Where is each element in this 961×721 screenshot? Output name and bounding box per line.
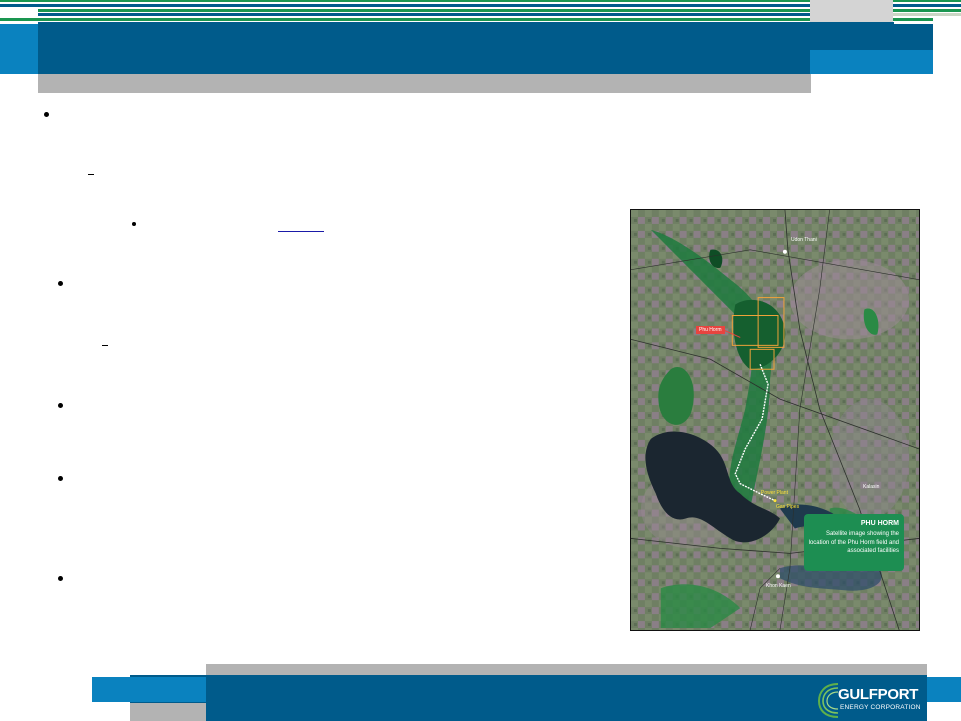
bullet-3 xyxy=(58,403,63,408)
bullet-5 xyxy=(58,576,63,581)
satellite-map: Udon Thani Phu Horm Power Plant Gas Pipe… xyxy=(630,209,920,631)
map-label-phu-horm: Phu Horm xyxy=(696,326,725,334)
footer-band xyxy=(130,675,927,721)
map-caption-body: Satellite image showing the location of … xyxy=(808,531,899,554)
logo-arc-icon xyxy=(817,683,839,718)
map-label-khon-kaen: Khon Kaen xyxy=(766,583,791,589)
map-label-udon-thani: Udon Thani xyxy=(791,237,817,243)
company-logo: GULFPORT ENERGY CORPORATION xyxy=(816,681,928,719)
map-caption-box: PHU HORM Satellite image showing the loc… xyxy=(804,514,904,571)
header-light-left xyxy=(0,24,38,74)
header-stripe-3 xyxy=(38,9,810,12)
bullet-4 xyxy=(58,476,63,481)
map-label-kalasin: Kalasin xyxy=(863,484,880,490)
map-label-gas-pipes: Gas Pipes xyxy=(776,504,800,510)
header-stripe-4 xyxy=(38,13,810,16)
logo-subtitle: ENERGY CORPORATION xyxy=(840,704,921,711)
header-gray-patch xyxy=(810,0,893,24)
header-stripe-5 xyxy=(0,18,933,21)
title-bar xyxy=(38,22,894,50)
header-gray-bar xyxy=(38,74,811,93)
underline-mark xyxy=(278,231,324,232)
header-light-right xyxy=(810,50,933,74)
bullet-1 xyxy=(44,112,49,117)
sub-bullet-dash-1 xyxy=(88,174,94,175)
footer-light-right xyxy=(927,677,961,702)
header-stripe-right-2 xyxy=(893,13,961,16)
map-label-power-plant: Power Plant xyxy=(761,490,788,496)
footer-gray-left xyxy=(130,703,206,721)
footer-light-left xyxy=(92,677,206,702)
header-stripe-right-1 xyxy=(893,9,961,12)
sub-sub-bullet-1 xyxy=(132,222,136,226)
footer-gray-bar xyxy=(206,664,927,675)
sub-bullet-dash-2 xyxy=(102,345,108,346)
map-caption-title: PHU HORM xyxy=(860,520,899,527)
footer-white-corner xyxy=(927,702,961,721)
bullet-2 xyxy=(58,281,63,286)
logo-name: GULFPORT xyxy=(838,686,919,703)
